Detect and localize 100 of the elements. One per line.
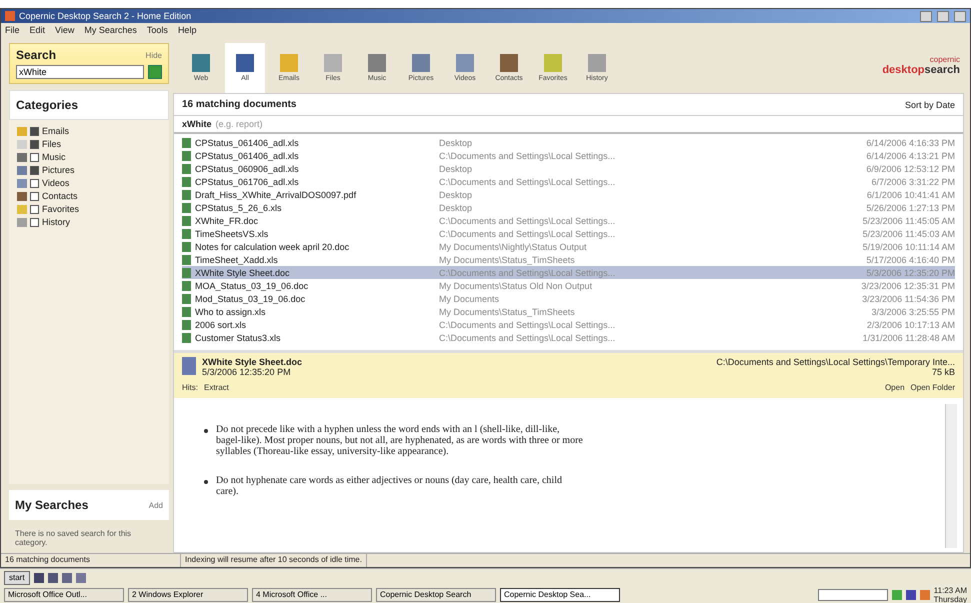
status-text: Indexing will resume after 10 seconds of idle time. bbox=[181, 554, 367, 567]
menu-item[interactable]: View bbox=[55, 25, 74, 35]
file-name: TimeSheet_Xadd.xls bbox=[195, 254, 279, 264]
checkbox[interactable] bbox=[30, 166, 39, 174]
menu-item[interactable]: Help bbox=[178, 25, 196, 35]
sort-button[interactable]: Sort by Date bbox=[904, 100, 955, 110]
taskbar-button[interactable]: Copernic Desktop Sea... bbox=[500, 588, 620, 602]
add-link[interactable]: Add bbox=[148, 500, 163, 510]
preview-title: XWhite Style Sheet.doc bbox=[202, 357, 304, 367]
menu-item[interactable]: Tools bbox=[146, 25, 168, 35]
category-label[interactable]: Pictures bbox=[42, 165, 75, 175]
checkbox[interactable] bbox=[30, 126, 39, 136]
taskbar-button[interactable]: Copernic Desktop Search bbox=[376, 588, 496, 602]
quick-launch-icon bbox=[48, 572, 58, 582]
file-date: 5/26/2006 1:27:13 PM bbox=[865, 202, 955, 212]
checkbox[interactable] bbox=[30, 140, 39, 148]
scrollbar[interactable] bbox=[945, 404, 957, 548]
checkbox[interactable] bbox=[30, 178, 39, 188]
file-name: CPStatus_5_26_6.xls bbox=[195, 202, 283, 212]
empty-note: There is no saved search for this category. bbox=[14, 528, 132, 549]
bullet-icon bbox=[204, 480, 208, 484]
file-name: CPStatus_060906_adl.xls bbox=[195, 164, 300, 174]
checkbox[interactable] bbox=[30, 152, 39, 162]
preview-path: C:\Documents and Settings\Local Settings\Temporary Inte... bbox=[716, 357, 955, 367]
result-row[interactable]: XWhite Style Sheet.doc C:\Documents and Settings\Local Settings... 5/3/2006 12:35:20 PM bbox=[182, 266, 955, 279]
taskbar-search-field[interactable] bbox=[818, 588, 888, 600]
category-label[interactable]: Files bbox=[42, 139, 62, 149]
category-label[interactable]: Music bbox=[42, 152, 66, 162]
maximize-button[interactable] bbox=[937, 10, 949, 22]
result-row[interactable]: Draft_Hiss_XWhite_ArrivalDOS0097.pdf Desktop 6/1/2006 10:41:41 AM bbox=[182, 188, 955, 201]
result-row[interactable]: CPStatus_5_26_6.xls Desktop 5/26/2006 1:27:13 PM bbox=[182, 201, 955, 214]
file-date: 6/7/2006 3:31:22 PM bbox=[870, 176, 955, 186]
result-row[interactable]: Customer Status3.xls C:\Documents and Settings\Local Settings... 1/31/2006 11:28:48 AM bbox=[182, 331, 955, 344]
document-icon bbox=[182, 357, 196, 375]
checkbox[interactable] bbox=[30, 192, 39, 200]
result-row[interactable]: 2006 sort.xls C:\Documents and Settings\Local Settings... 2/3/2006 10:17:13 AM bbox=[182, 318, 955, 331]
file-folder: My Documents\Status_TimSheets bbox=[439, 306, 576, 316]
minimize-button[interactable] bbox=[920, 10, 932, 22]
result-row[interactable]: CPStatus_061706_adl.xls C:\Documents and Settings\Local Settings... 6/7/2006 3:31:22 PM bbox=[182, 175, 955, 188]
clock-day: Thursday bbox=[934, 594, 967, 603]
clock-time: 11:23 AM bbox=[934, 586, 967, 594]
category-label[interactable]: History bbox=[42, 217, 70, 227]
open-link[interactable]: Open bbox=[884, 383, 905, 392]
menu-item[interactable]: My Searches bbox=[84, 25, 137, 35]
logo-text: copernic bbox=[930, 54, 960, 64]
window-title: Copernic Desktop Search 2 - Home Edition bbox=[19, 11, 192, 21]
hits-item[interactable]: Extract bbox=[204, 383, 229, 392]
taskbar-button[interactable]: 2 Windows Explorer bbox=[128, 588, 248, 602]
file-folder: Desktop bbox=[439, 164, 474, 174]
result-row[interactable]: CPStatus_061406_adl.xls Desktop 6/14/2006 4:16:33 PM bbox=[182, 136, 955, 149]
checkbox[interactable] bbox=[30, 218, 39, 226]
filter-hint: (e.g. report) bbox=[216, 119, 263, 129]
taskbar-button[interactable]: 4 Microsoft Office ... bbox=[252, 588, 372, 602]
result-row[interactable]: MOA_Status_03_19_06.doc My Documents\Status Old Non Output 3/23/2006 12:35:31 PM bbox=[182, 279, 955, 292]
result-row[interactable]: XWhite_FR.doc C:\Documents and Settings\Local Settings... 5/23/2006 11:45:05 AM bbox=[182, 214, 955, 227]
search-field[interactable]: xWhite bbox=[16, 65, 144, 79]
file-folder: Desktop bbox=[439, 190, 474, 200]
checkbox[interactable] bbox=[30, 204, 39, 214]
file-folder: C:\Documents and Settings\Local Settings... bbox=[439, 268, 616, 278]
quick-launch-icon bbox=[34, 572, 44, 582]
file-name: Customer Status3.xls bbox=[195, 332, 282, 342]
file-date: 6/1/2006 10:41:41 AM bbox=[866, 190, 955, 200]
file-folder: C:\Documents and Settings\Local Settings... bbox=[439, 150, 616, 160]
hide-link[interactable]: Hide bbox=[146, 50, 162, 60]
file-name: CPStatus_061706_adl.xls bbox=[195, 176, 300, 186]
file-folder: Desktop bbox=[439, 138, 474, 148]
taskbar-button[interactable]: Microsoft Office Outl... bbox=[4, 588, 124, 602]
result-row[interactable]: Who to assign.xls My Documents\Status_TimSheets 3/3/2006 3:25:55 PM bbox=[182, 305, 955, 318]
category-label[interactable]: Videos bbox=[42, 178, 70, 188]
app-icon bbox=[5, 11, 15, 21]
category-label[interactable]: Emails bbox=[42, 126, 70, 136]
result-row[interactable]: TimeSheetsVS.xls C:\Documents and Settings\Local Settings... 5/23/2006 11:45:03 AM bbox=[182, 227, 955, 240]
results-heading: 16 matching documents bbox=[182, 99, 298, 110]
close-button[interactable] bbox=[954, 10, 966, 22]
category-label[interactable]: Favorites bbox=[42, 204, 80, 214]
result-row[interactable]: Mod_Status_03_19_06.doc My Documents 3/23/2006 11:54:36 PM bbox=[182, 292, 955, 305]
result-row[interactable]: TimeSheet_Xadd.xls My Documents\Status_TimSheets 5/17/2006 4:16:40 PM bbox=[182, 253, 955, 266]
status-text: 16 matching documents bbox=[1, 554, 181, 567]
start-button[interactable]: start bbox=[4, 570, 30, 584]
file-name: CPStatus_061406_adl.xls bbox=[195, 138, 300, 148]
file-folder: Desktop bbox=[439, 202, 474, 212]
result-row[interactable]: Notes for calculation week april 20.doc My Documents\Nightly\Status Output 5/19/2006 10:11:14 AM bbox=[182, 240, 955, 253]
panel-title: Search bbox=[16, 48, 58, 62]
file-name: MOA_Status_03_19_06.doc bbox=[195, 280, 310, 290]
file-name: Who to assign.xls bbox=[195, 306, 267, 316]
result-row[interactable]: CPStatus_061406_adl.xls C:\Documents and Settings\Local Settings... 6/14/2006 4:13:21 PM bbox=[182, 149, 955, 162]
file-date: 5/19/2006 10:11:14 AM bbox=[862, 242, 955, 252]
file-date: 6/14/2006 4:16:33 PM bbox=[865, 138, 955, 148]
file-name: Mod_Status_03_19_06.doc bbox=[195, 294, 306, 304]
file-folder: C:\Documents and Settings\Local Settings... bbox=[439, 320, 616, 330]
preview-text: Do not hyphenate care words as either adjectives or nouns (day care, health care, child care). bbox=[216, 475, 563, 497]
file-date: 6/9/2006 12:53:12 PM bbox=[865, 164, 955, 174]
file-date: 5/17/2006 4:16:40 PM bbox=[865, 254, 955, 264]
menu-item[interactable]: Edit bbox=[30, 25, 46, 35]
result-row[interactable]: CPStatus_060906_adl.xls Desktop 6/9/2006 12:53:12 PM bbox=[182, 162, 955, 175]
tray-icon bbox=[892, 590, 902, 600]
file-name: Notes for calculation week april 20.doc bbox=[195, 242, 350, 252]
menu-item[interactable]: File bbox=[5, 25, 20, 35]
category-label[interactable]: Contacts bbox=[42, 191, 78, 201]
open-folder-link[interactable]: Open Folder bbox=[910, 383, 955, 392]
